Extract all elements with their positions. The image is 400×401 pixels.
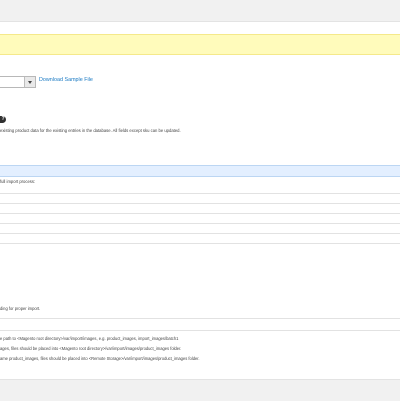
form-row-divider (0, 203, 400, 204)
chevron-down-icon (28, 80, 32, 84)
system-message-notice (0, 34, 400, 55)
form-row-divider (0, 330, 400, 331)
full-import-process-label: full import process: (0, 179, 36, 184)
import-settings-section-header (0, 165, 400, 177)
form-row-divider (0, 223, 400, 224)
select-dropdown-button[interactable] (24, 77, 35, 87)
images-import-note: ding for proper import. (0, 306, 41, 311)
form-row-divider (0, 213, 400, 214)
images-local-folder-hint: ages, files should be placed into <Magen… (0, 346, 182, 351)
images-path-hint: e path to <Magento root directory>/var/i… (0, 336, 179, 341)
download-sample-file-link[interactable]: Download Sample File (39, 77, 93, 83)
top-header-bar (0, 0, 400, 22)
import-behavior-description: existing product data for the existing e… (0, 128, 181, 133)
form-row-divider (0, 193, 400, 194)
form-row-divider (0, 318, 400, 319)
form-row-divider (0, 243, 400, 244)
footer-bar (0, 379, 400, 401)
form-row-divider (0, 233, 400, 234)
images-remote-folder-hint: ame product_images, files should be plac… (0, 356, 200, 361)
entity-type-select[interactable] (0, 76, 36, 88)
help-icon[interactable]: ? (0, 116, 6, 123)
